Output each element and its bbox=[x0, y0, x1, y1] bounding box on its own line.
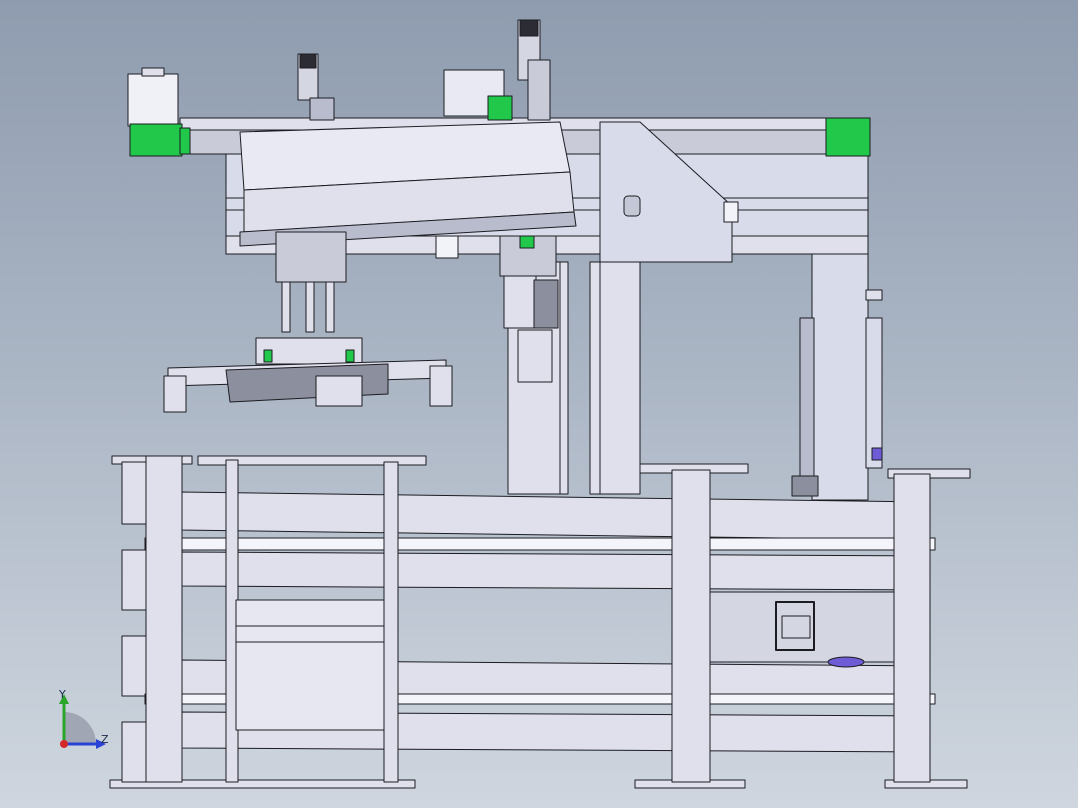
pick-head bbox=[163, 231, 453, 413]
left-bracket-4 bbox=[121, 721, 147, 783]
servo-2-mount bbox=[527, 59, 551, 121]
left-motor bbox=[127, 67, 191, 157]
right-cylinder-unit bbox=[791, 253, 883, 501]
coordinate-triad bbox=[59, 694, 106, 749]
cylinder-mount bbox=[865, 289, 883, 301]
post-mid bbox=[383, 461, 399, 783]
axis-y-label: Y bbox=[59, 688, 66, 701]
cylinder-base bbox=[791, 475, 819, 497]
arm-side bbox=[533, 279, 559, 329]
gripper-finger-left bbox=[163, 375, 187, 413]
post-center bbox=[671, 469, 711, 783]
post-right bbox=[893, 473, 931, 783]
gripper-block-center bbox=[315, 375, 363, 407]
guide-rod-2 bbox=[305, 281, 315, 333]
left-bracket-2 bbox=[121, 549, 147, 611]
carriage-bracket bbox=[435, 235, 459, 259]
left-motor-flange bbox=[179, 127, 191, 155]
arm-body bbox=[503, 275, 537, 329]
left-bracket-1 bbox=[121, 461, 147, 525]
pick-head-green-1 bbox=[263, 349, 273, 363]
left-bracket-3 bbox=[121, 635, 147, 697]
gantry-right-cap bbox=[825, 117, 871, 157]
triad-quadrant bbox=[64, 712, 96, 744]
beam-highlight-1 bbox=[144, 537, 936, 551]
beam-mid-1 bbox=[179, 551, 931, 591]
left-motor-cap bbox=[141, 67, 165, 77]
base-frame bbox=[109, 455, 971, 789]
servo-1-top bbox=[299, 53, 317, 69]
arm-lower bbox=[517, 329, 553, 383]
side-plate-bracket bbox=[723, 201, 739, 223]
cylinder-body bbox=[799, 317, 815, 489]
machine-assembly-model[interactable] bbox=[0, 0, 1078, 808]
pick-head-mount bbox=[275, 231, 347, 283]
servo-block-green bbox=[487, 95, 513, 121]
arm-green bbox=[519, 235, 535, 249]
left-motor-body bbox=[127, 73, 179, 127]
inner-panel bbox=[235, 599, 385, 731]
axis-z-label: Z bbox=[101, 733, 109, 746]
cylinder-right bbox=[865, 317, 883, 469]
column-right bbox=[589, 261, 641, 495]
triad-x-origin bbox=[60, 740, 68, 748]
gripper-beam-dark bbox=[225, 363, 389, 403]
guide-rod-1 bbox=[281, 281, 291, 333]
cad-viewport[interactable]: Y Z bbox=[0, 0, 1078, 808]
pick-head-green-2 bbox=[345, 349, 355, 363]
servo-1-base bbox=[309, 97, 335, 121]
post-left-outer bbox=[145, 455, 183, 783]
gripper-finger-right bbox=[429, 365, 453, 407]
side-plate-slot bbox=[623, 195, 641, 217]
left-motor-gearbox bbox=[129, 123, 183, 157]
cylinder-fitting bbox=[871, 447, 883, 461]
cylinder-plate bbox=[811, 253, 869, 501]
guide-rod-3 bbox=[325, 281, 335, 333]
top-servos bbox=[297, 19, 551, 121]
purple-roller bbox=[827, 656, 865, 668]
servo-2-top bbox=[519, 19, 539, 37]
